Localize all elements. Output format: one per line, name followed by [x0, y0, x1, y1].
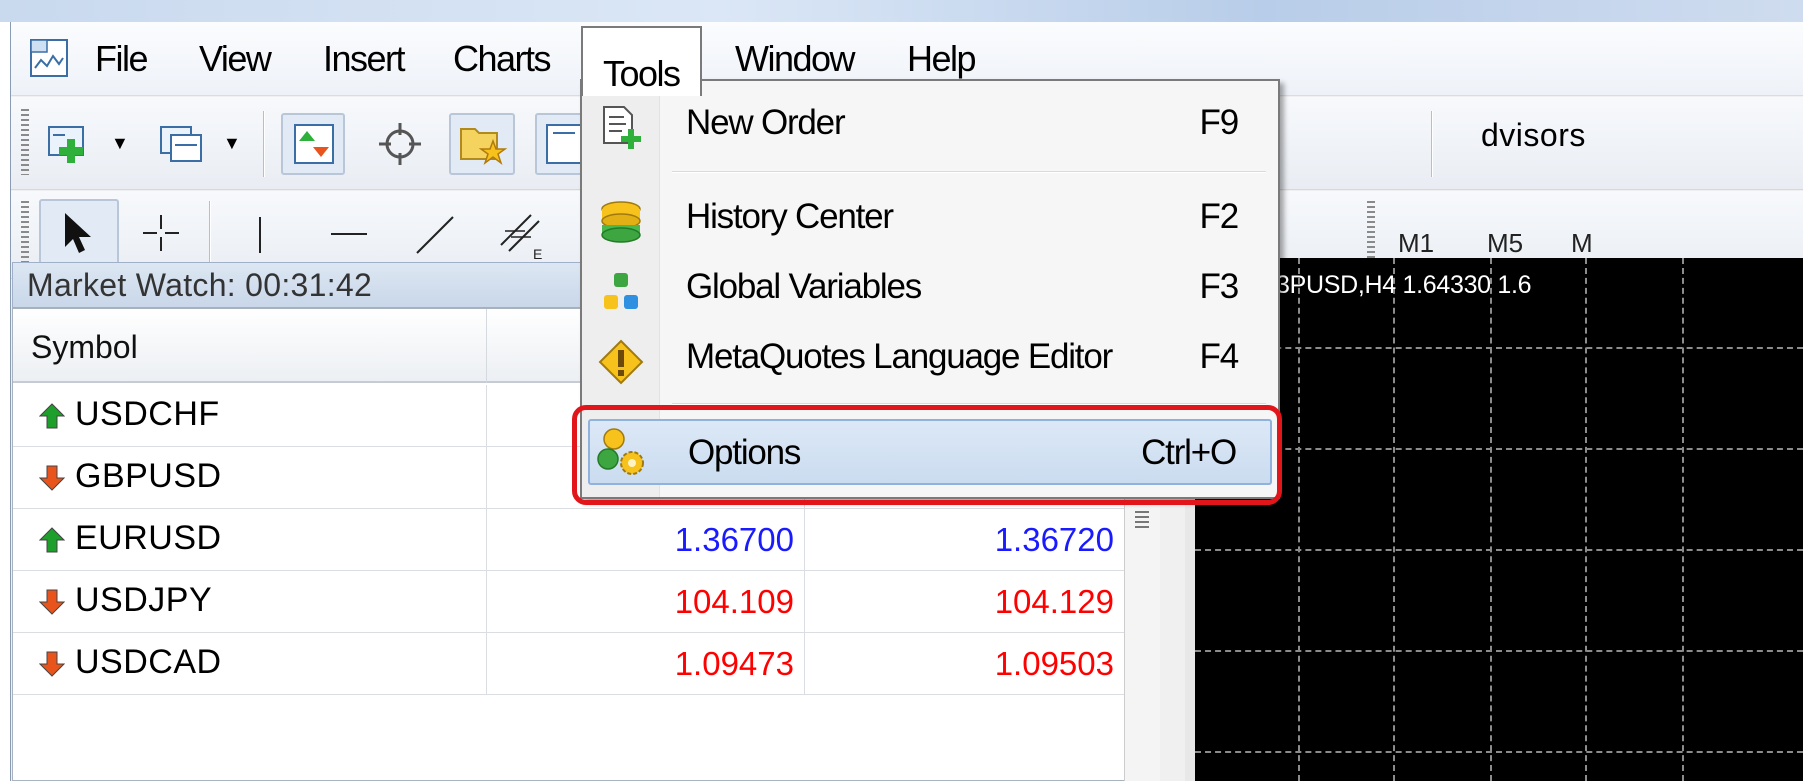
- crosshair-icon[interactable]: [377, 121, 423, 167]
- symbol-label: EURUSD: [75, 519, 222, 557]
- ask-price: 1.36720: [994, 521, 1114, 558]
- ask-cell: 104.129: [805, 571, 1125, 632]
- chart-grid-line: [1393, 258, 1395, 781]
- column-header-label: Symbol: [31, 329, 138, 365]
- menu-separator: [672, 171, 1266, 173]
- menu-window[interactable]: Window: [735, 36, 856, 82]
- toolbar-grip[interactable]: [21, 109, 29, 175]
- menu-item-metaeditor[interactable]: MetaQuotes Language Editor F4: [582, 329, 1278, 389]
- symbol-cell[interactable]: USDCAD: [13, 633, 487, 694]
- metaeditor-icon: [598, 339, 644, 385]
- menu-insert[interactable]: Insert: [323, 36, 406, 82]
- navigator-icon[interactable]: [457, 119, 509, 169]
- vertical-line-icon[interactable]: [255, 215, 265, 255]
- arrow-down-icon: [39, 651, 65, 677]
- new-chart-icon[interactable]: [45, 121, 97, 167]
- ask-price: 1.09503: [994, 645, 1114, 682]
- expert-advisors-button-label[interactable]: dvisors: [1481, 117, 1586, 154]
- menu-item-label: New Order: [686, 103, 846, 142]
- symbol-label: USDCAD: [75, 643, 222, 681]
- chart-grid-line: [1195, 347, 1803, 349]
- ask-cell: 1.09503: [805, 633, 1125, 694]
- menu-item-history-center[interactable]: History Center F2: [582, 189, 1278, 249]
- menu-item-shortcut: F9: [1199, 103, 1240, 142]
- timeframe-m15[interactable]: M: [1571, 228, 1593, 259]
- arrow-up-icon: [39, 403, 65, 429]
- toolbar-grip[interactable]: [21, 201, 29, 265]
- symbol-label: GBPUSD: [75, 457, 222, 495]
- menu-item-label: MetaQuotes Language Editor: [686, 337, 1113, 376]
- menu-item-shortcut: F3: [1199, 267, 1240, 306]
- toolbar-separator: [209, 201, 211, 265]
- chart-grid-line: [1195, 751, 1803, 753]
- symbol-cell[interactable]: EURUSD: [13, 509, 487, 570]
- symbol-cell[interactable]: USDCHF: [13, 385, 487, 446]
- table-row[interactable]: EURUSD 1.36700 1.36720: [13, 509, 1133, 571]
- arrow-up-icon: [39, 527, 65, 553]
- global-variables-icon: [604, 273, 638, 309]
- horizontal-line-icon[interactable]: [329, 231, 369, 237]
- market-watch-icon[interactable]: [293, 123, 335, 165]
- symbol-cell[interactable]: GBPUSD: [13, 447, 487, 508]
- window-title-strip: [0, 0, 1803, 22]
- history-center-icon: [601, 201, 641, 243]
- chart-grid-line: [1298, 258, 1300, 781]
- menu-item-shortcut: F4: [1199, 337, 1240, 376]
- bid-cell: 104.109: [487, 571, 805, 632]
- symbol-label: USDJPY: [75, 581, 213, 619]
- symbol-cell[interactable]: USDJPY: [13, 571, 487, 632]
- menu-item-global-variables[interactable]: Global Variables F3: [582, 259, 1278, 319]
- arrow-down-icon: [39, 589, 65, 615]
- chevron-down-icon[interactable]: ▼: [111, 133, 129, 154]
- toolbar-separator: [1431, 111, 1433, 177]
- crosshair-tool-icon[interactable]: [141, 213, 181, 253]
- menu-tools[interactable]: Tools: [581, 26, 702, 96]
- menu-item-new-order[interactable]: New Order F9: [582, 95, 1278, 155]
- options-highlight-annotation: [572, 405, 1282, 505]
- chart-grid-line: [1585, 258, 1587, 781]
- bid-cell: 1.09473: [487, 633, 805, 694]
- chart-grid-line: [1195, 549, 1803, 551]
- terminal-icon[interactable]: [545, 123, 585, 165]
- profiles-icon[interactable]: [157, 121, 209, 167]
- menu-item-label: History Center: [686, 197, 894, 236]
- ask-cell: 1.36720: [805, 509, 1125, 570]
- chevron-down-icon[interactable]: ▼: [223, 133, 241, 154]
- new-order-icon: [603, 106, 641, 149]
- menu-help[interactable]: Help: [907, 36, 977, 82]
- column-header-symbol[interactable]: Symbol: [13, 309, 487, 383]
- scrollbar-thumb-grip[interactable]: [1135, 511, 1149, 531]
- menu-file[interactable]: File: [95, 36, 149, 82]
- symbol-label: USDCHF: [75, 395, 220, 433]
- trendline-icon[interactable]: [413, 213, 457, 257]
- bid-price: 1.36700: [674, 521, 794, 558]
- timeframe-m5[interactable]: M5: [1487, 228, 1523, 259]
- arrow-down-icon: [39, 465, 65, 491]
- bid-cell: 1.36700: [487, 509, 805, 570]
- table-row[interactable]: USDJPY 104.109 104.129: [13, 571, 1133, 633]
- menu-view[interactable]: View: [199, 36, 272, 82]
- chart-grid-line: [1682, 258, 1684, 781]
- menu-charts[interactable]: Charts: [453, 36, 552, 82]
- timeframe-m1[interactable]: M1: [1398, 228, 1434, 259]
- market-watch-title: Market Watch: 00:31:42: [27, 267, 373, 303]
- chart-title: 3PUSD,H4 1.64330 1.6: [1276, 271, 1532, 299]
- chart-grid-line: [1195, 448, 1803, 450]
- bid-price: 104.109: [674, 583, 794, 620]
- toolbar-separator: [263, 111, 265, 177]
- bid-price: 1.09473: [674, 645, 794, 682]
- equidistant-channel-icon[interactable]: E: [495, 209, 547, 261]
- cursor-icon[interactable]: [59, 211, 95, 255]
- table-row[interactable]: USDCAD 1.09473 1.09503: [13, 633, 1133, 695]
- menu-item-label: Global Variables: [686, 267, 922, 306]
- menu-item-shortcut: F2: [1199, 197, 1240, 236]
- ask-price: 104.129: [994, 583, 1114, 620]
- chart-grid-line: [1490, 258, 1492, 781]
- app-logo-icon: [30, 39, 68, 77]
- toolbar-grip[interactable]: [1367, 201, 1375, 265]
- svg-text:E: E: [533, 246, 542, 261]
- chart-grid-line: [1195, 650, 1803, 652]
